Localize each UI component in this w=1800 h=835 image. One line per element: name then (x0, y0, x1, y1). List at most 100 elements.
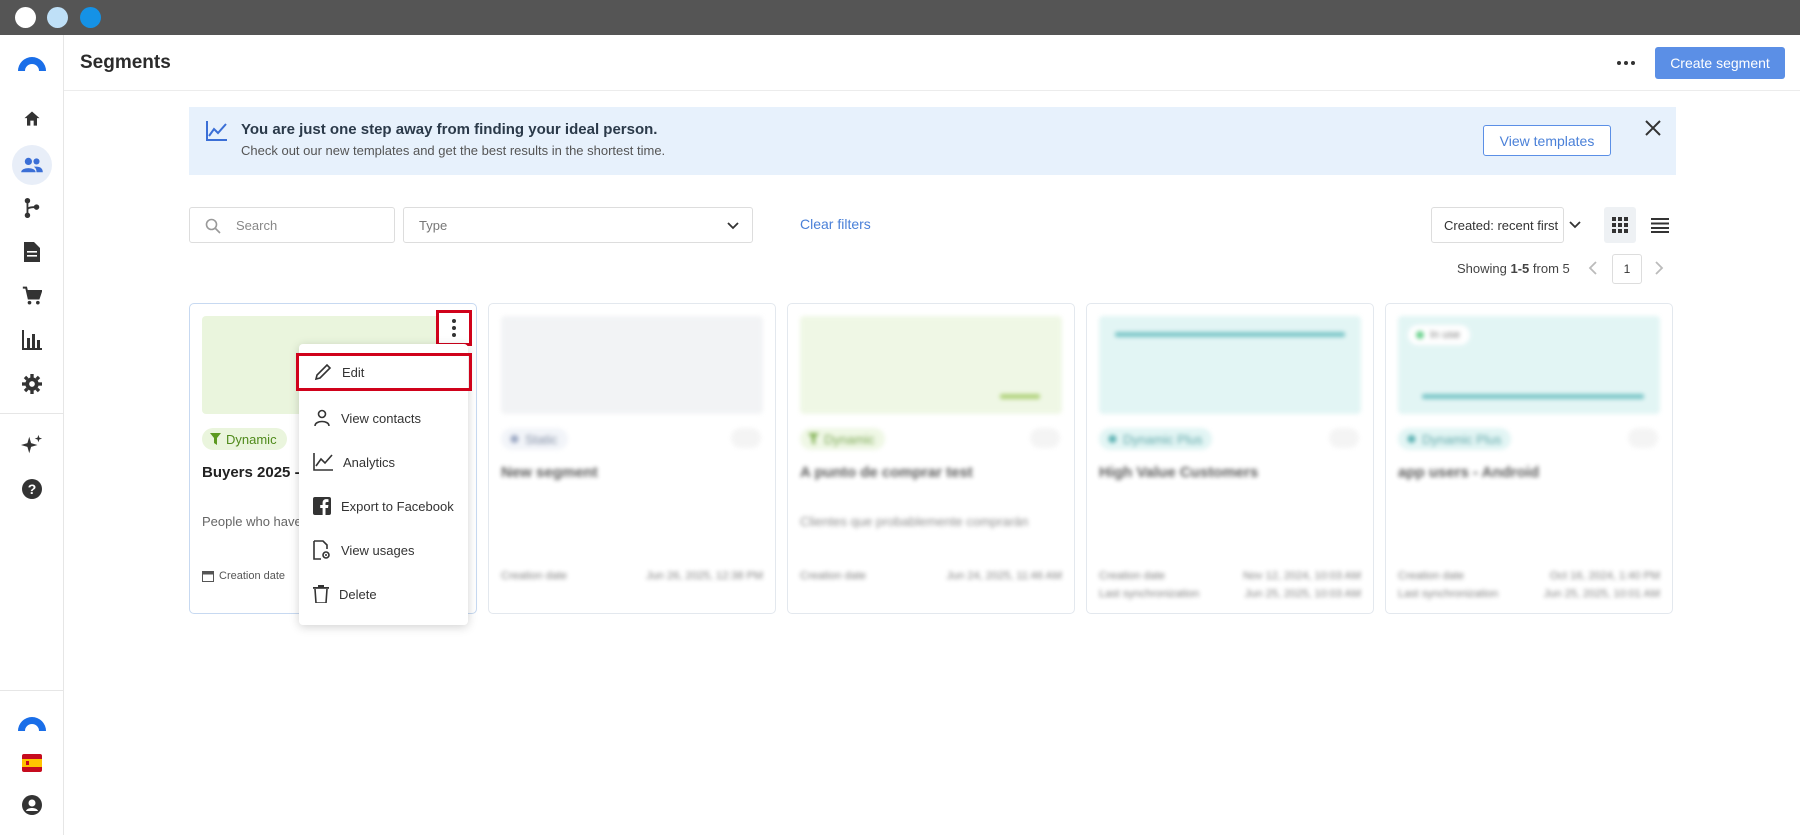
tag-label: Dynamic (226, 431, 277, 447)
segment-description: Clientes que probablemente comprarán (800, 514, 1029, 529)
sort-chevron-down-icon (1568, 218, 1582, 237)
user-account-icon[interactable] (12, 785, 52, 825)
tag-label: Dynamic Plus (1422, 431, 1502, 447)
creation-date-value: Jun 24, 2025, 11:46 AM (946, 570, 1062, 582)
status-badge: Dynamic Plus (1398, 428, 1512, 450)
segment-card[interactable]: In use Dynamic Plus app users - Android … (1385, 303, 1673, 614)
close-icon[interactable] (1644, 119, 1664, 139)
users-chip (1628, 428, 1658, 448)
window-titlebar (0, 0, 1800, 35)
segment-card[interactable]: Dynamic Plus High Value Customers Creati… (1086, 303, 1374, 614)
dynamic-plus-icon (1107, 433, 1118, 448)
creation-date-label: Creation date (800, 570, 867, 582)
last-sync-label: Last synchronization (1099, 588, 1200, 600)
person-icon (314, 409, 330, 427)
menu-item-view-contacts[interactable]: View contacts (299, 399, 468, 437)
segment-name: Buyers 2025 - (202, 464, 300, 481)
menu-item-delete[interactable]: Delete (299, 575, 468, 613)
card-options-button[interactable] (436, 310, 472, 346)
users-chip (1030, 428, 1060, 448)
logo-icon[interactable] (12, 43, 52, 83)
more-vertical-icon (452, 319, 456, 337)
segment-card[interactable]: Static New segment Creation date Jun 26,… (488, 303, 776, 614)
last-sync-value: Jun 25, 2025, 10:03 AM (1244, 588, 1361, 600)
sparkles-icon[interactable] (12, 425, 52, 465)
segment-description: People who have (202, 514, 302, 529)
list-icon (1651, 218, 1669, 233)
last-sync-label: Last synchronization (1398, 588, 1499, 600)
card-preview (501, 316, 763, 414)
settings-gear-icon[interactable] (12, 364, 52, 404)
help-icon[interactable]: ? (12, 469, 52, 509)
more-options-button[interactable] (1611, 49, 1641, 77)
creation-date-value: Jun 26, 2025, 12:38 PM (646, 570, 763, 582)
page-title: Segments (80, 52, 171, 73)
cart-icon[interactable] (12, 276, 52, 316)
trash-icon (313, 585, 329, 603)
creation-date-value: Oct 16, 2024, 1:40 PM (1549, 570, 1660, 582)
type-select[interactable]: Type (403, 207, 753, 243)
window-close-dot[interactable] (15, 7, 36, 28)
segment-card[interactable]: Dynamic A punto de comprar test Clientes… (787, 303, 1075, 614)
home-icon[interactable] (12, 99, 52, 139)
menu-item-view-usages[interactable]: View usages (299, 531, 468, 569)
flow-icon[interactable] (12, 188, 52, 228)
search-placeholder: Search (236, 218, 278, 233)
dynamic-plus-icon (1406, 433, 1417, 448)
chevron-right-icon[interactable] (1653, 260, 1665, 281)
create-segment-button[interactable]: Create segment (1655, 47, 1785, 79)
grid-icon (1612, 217, 1628, 233)
creation-date-label: Creation date (1099, 570, 1166, 582)
window-maximize-dot[interactable] (80, 7, 101, 28)
chevron-left-icon[interactable] (1587, 260, 1599, 281)
search-input[interactable]: Search (189, 207, 395, 243)
in-use-badge: In use (1408, 325, 1470, 345)
creation-date-label: Creation date (501, 570, 568, 582)
menu-item-edit[interactable]: Edit (296, 353, 472, 391)
sort-label: Created: recent first (1444, 218, 1559, 233)
templates-banner: You are just one step away from finding … (189, 107, 1676, 175)
people-icon[interactable] (12, 145, 52, 185)
svg-text:?: ? (28, 481, 37, 497)
segment-name: A punto de comprar test (800, 464, 973, 481)
card-context-menu: Edit View contacts Analytics Export to F… (296, 344, 472, 625)
sidebar: ? (0, 35, 64, 835)
brand-logo-icon[interactable] (12, 703, 52, 743)
status-badge: Dynamic (800, 428, 885, 450)
search-icon (205, 218, 221, 239)
filter-icon (808, 433, 819, 448)
status-badge: Dynamic Plus (1099, 428, 1213, 450)
document-icon[interactable] (12, 232, 52, 272)
status-badge: Dynamic (202, 428, 287, 450)
pagination-range: 1-5 (1510, 261, 1530, 276)
segment-name: High Value Customers (1099, 464, 1259, 481)
analytics-icon (313, 453, 333, 471)
sidebar-divider (0, 413, 64, 414)
calendar-icon (202, 571, 214, 582)
grid-view-button[interactable] (1604, 207, 1636, 243)
banner-subtitle: Check out our new templates and get the … (241, 143, 666, 158)
list-view-button[interactable] (1644, 207, 1676, 243)
sort-select[interactable]: Created: recent first (1431, 207, 1564, 243)
menu-item-export-facebook[interactable]: Export to Facebook (299, 487, 468, 525)
clear-filters-link[interactable]: Clear filters (800, 216, 871, 232)
spain-flag-icon[interactable] (12, 743, 52, 783)
pagination-summary: Showing 1-5 from 5 (1457, 261, 1570, 276)
file-eye-icon (313, 540, 330, 560)
chart-icon[interactable] (12, 320, 52, 360)
preview-bar (1115, 332, 1345, 337)
creation-date-label: Creation date (202, 570, 285, 582)
users-chip (731, 428, 761, 448)
preview-bar (1422, 394, 1644, 399)
filter-icon (210, 433, 221, 448)
window-minimize-dot[interactable] (47, 7, 68, 28)
creation-date-value: Nov 12, 2024, 10:03 AM (1242, 570, 1361, 582)
sidebar-bottom-divider (0, 690, 64, 691)
facebook-icon (313, 497, 331, 515)
trend-chart-icon (206, 121, 228, 146)
view-templates-button[interactable]: View templates (1483, 125, 1611, 156)
active-dot-icon (1416, 331, 1424, 339)
menu-item-analytics[interactable]: Analytics (299, 443, 468, 481)
page-number[interactable]: 1 (1612, 254, 1642, 284)
chevron-down-icon (726, 219, 740, 238)
